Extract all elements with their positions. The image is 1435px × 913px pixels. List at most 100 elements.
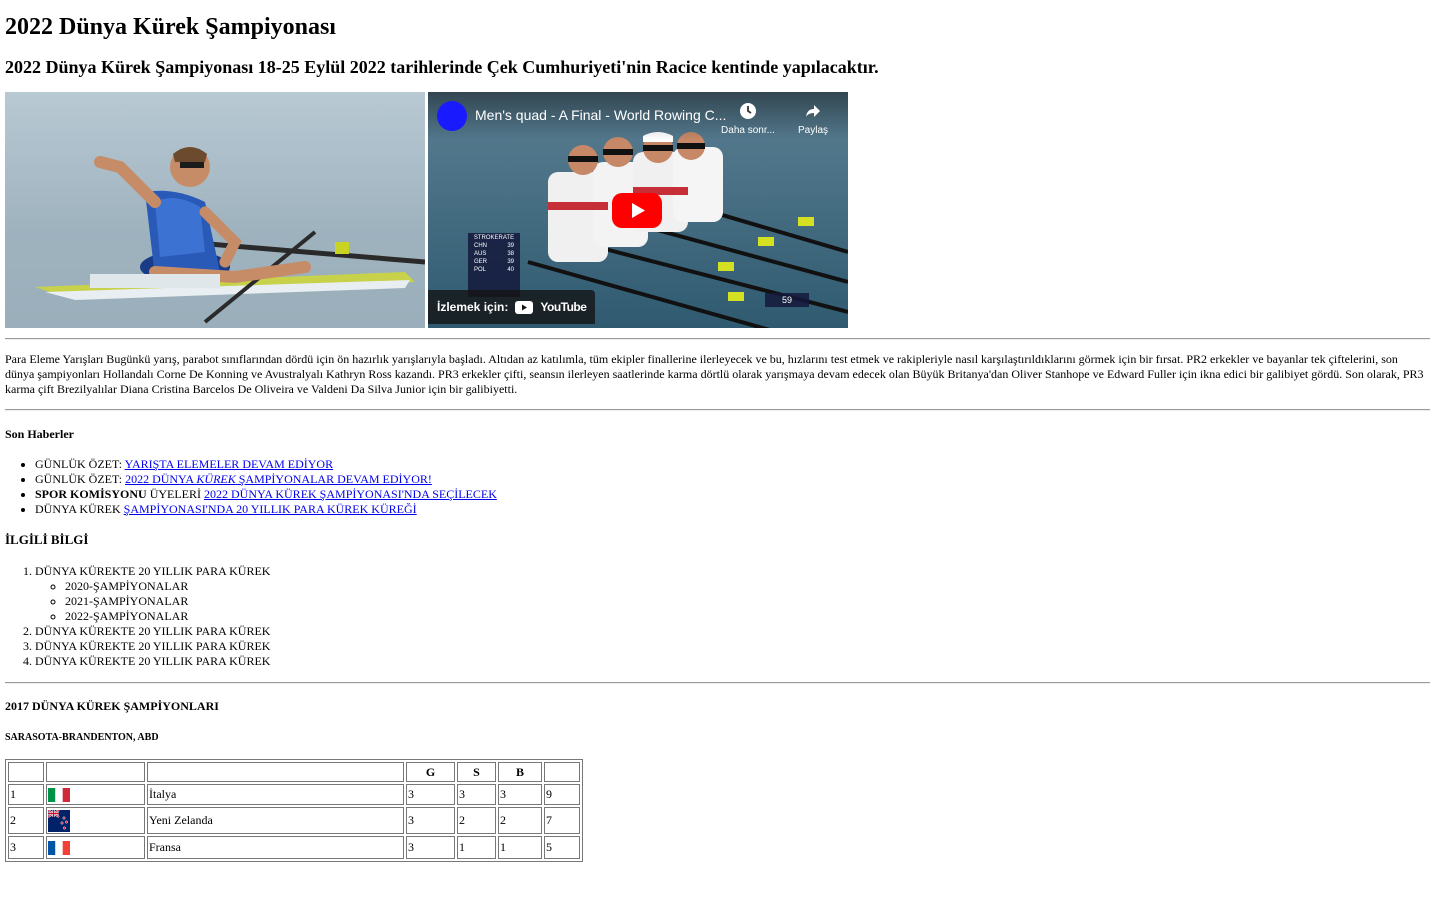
stroke-rate-country: CHN (474, 243, 487, 249)
media-row: Men's quad - A Final - World Rowing C...… (5, 92, 848, 328)
silver-cell: 3 (457, 784, 496, 805)
news-link[interactable]: 2022 DÜNYA KÜREK ŞAMPİYONASI'NDA SEÇİLEC… (204, 487, 497, 501)
news-item-prefix: GÜNLÜK ÖZET: (35, 472, 126, 486)
news-heading: Son Haberler (5, 427, 74, 441)
flag-cell (46, 784, 145, 805)
gold-cell: 3 (406, 807, 455, 834)
bronze-cell: 1 (498, 836, 542, 859)
watch-later-button[interactable]: Daha sonr... (718, 102, 778, 136)
silver-cell: 1 (457, 836, 496, 859)
column-header (544, 762, 580, 782)
column-header-bronze: B (498, 762, 542, 782)
info-item: DÜNYA KÜREKTE 20 YILLIK PARA KÜREK (35, 624, 270, 639)
info-sublist: 2020-ŞAMPİYONALAR 2021-ŞAMPİYONALAR 2022… (35, 579, 270, 624)
clock-icon (740, 103, 756, 119)
flag-cell (46, 807, 145, 834)
info-item: DÜNYA KÜREKTE 20 YILLIK PARA KÜREK 2020-… (35, 564, 270, 624)
stroke-rate-overlay: STROKERATE CHN 39 AUS 38 GER 39 POL 40 (468, 233, 520, 297)
news-item: DÜNYA KÜREK ŞAMPİYONASI'NDA 20 YILLIK PA… (35, 502, 497, 517)
gold-cell: 3 (406, 836, 455, 859)
page-title: 2022 Dünya Kürek Şampiyonası (5, 14, 336, 40)
news-link[interactable]: YARIŞTA ELEMELER DEVAM EDİYOR (125, 457, 333, 471)
table-row: 2 Yeni Zelanda 3 2 2 7 (8, 807, 580, 834)
page-subtitle: 2022 Dünya Kürek Şampiyonası 18-25 Eylül… (5, 57, 879, 77)
youtube-logo-icon (515, 300, 534, 314)
divider (5, 409, 1430, 411)
stroke-rate-header: STROKERATE (473, 235, 515, 241)
play-icon (632, 203, 645, 218)
news-item-prefix: GÜNLÜK ÖZET: (35, 457, 125, 471)
article-text: Para Eleme Yarışları Bugünkü yarış, para… (5, 352, 1424, 396)
watch-later-label: Daha sonr... (721, 125, 775, 136)
table-row: 1 İtalya 3 3 3 9 (8, 784, 580, 805)
total-cell: 5 (544, 836, 580, 859)
results-location: SARASOTA-BRANDENTON, ABD (5, 732, 159, 743)
bronze-cell: 3 (498, 784, 542, 805)
news-list: GÜNLÜK ÖZET: YARIŞTA ELEMELER DEVAM EDİY… (5, 457, 497, 517)
news-link[interactable]: ŞAMPİYONASI'NDA 20 YILLIK PARA KÜREK KÜR… (124, 502, 417, 516)
column-header (46, 762, 145, 782)
info-item-label: DÜNYA KÜREKTE 20 YILLIK PARA KÜREK (35, 564, 271, 578)
stroke-rate-country: AUS (474, 251, 487, 257)
country-cell: İtalya (147, 784, 404, 805)
rank-cell: 3 (8, 836, 44, 859)
stroke-rate-value: 38 (507, 251, 514, 257)
table-row: 3 Fransa 3 1 1 5 (8, 836, 580, 859)
news-item-bold: SPOR KOMİSYONU (35, 487, 147, 501)
medal-table: G S B 1 İtalya 3 3 3 9 2 Yeni Zelanda 3 … (5, 759, 583, 862)
column-header-silver: S (457, 762, 496, 782)
country-cell: Fransa (147, 836, 404, 859)
medal-table-header: G S B (8, 762, 580, 782)
info-subitem: 2021-ŞAMPİYONALAR (65, 594, 270, 609)
flag-france-icon (48, 841, 70, 856)
channel-avatar[interactable] (437, 101, 467, 131)
divider (5, 682, 1430, 684)
news-link-part: ŞAMPİYONALAR DEVAM EDİYOR! (235, 472, 432, 486)
rower-photo-illustration (5, 92, 425, 328)
info-item: DÜNYA KÜREKTE 20 YILLIK PARA KÜREK (35, 639, 270, 654)
news-item-prefix: DÜNYA KÜREK (35, 502, 124, 516)
country-cell: Yeni Zelanda (147, 807, 404, 834)
share-button[interactable]: Paylaş (788, 102, 838, 136)
news-link[interactable]: 2022 DÜNYA KÜREK ŞAMPİYONALAR DEVAM EDİY… (125, 472, 432, 486)
info-subitem: 2022-ŞAMPİYONALAR (65, 609, 270, 624)
stroke-rate-row: GER 39 (468, 257, 520, 265)
flag-new-zealand-icon (47, 808, 70, 832)
news-item: SPOR KOMİSYONU ÜYELERİ 2022 DÜNYA KÜREK … (35, 487, 497, 502)
bronze-cell: 2 (498, 807, 542, 834)
youtube-video-embed[interactable]: Men's quad - A Final - World Rowing C...… (428, 92, 848, 328)
news-item-prefix: ÜYELERİ (146, 487, 205, 501)
share-label: Paylaş (797, 125, 828, 136)
news-link-part: 2022 DÜNYA (125, 472, 197, 486)
rank-cell: 1 (8, 784, 44, 805)
watch-on-label: İzlemek için: (437, 300, 509, 314)
results-heading: 2017 DÜNYA KÜREK ŞAMPİYONLARI (5, 699, 219, 713)
total-cell: 9 (544, 784, 580, 805)
total-cell: 7 (544, 807, 580, 834)
info-item: DÜNYA KÜREKTE 20 YILLIK PARA KÜREK (35, 654, 270, 669)
divider (5, 338, 1430, 340)
video-title[interactable]: Men's quad - A Final - World Rowing C... (475, 107, 726, 123)
news-item: GÜNLÜK ÖZET: YARIŞTA ELEMELER DEVAM EDİY… (35, 457, 497, 472)
info-heading: İLGİLİ BİLGİ (5, 532, 89, 547)
share-arrow-icon (806, 105, 820, 117)
stroke-rate-row: POL 40 (468, 265, 520, 273)
stroke-rate-country: GER (474, 259, 488, 265)
column-header (8, 762, 44, 782)
info-subitem: 2020-ŞAMPİYONALAR (65, 579, 270, 594)
flag-italy-icon (48, 788, 70, 803)
play-button[interactable] (612, 193, 662, 228)
news-item: GÜNLÜK ÖZET: 2022 DÜNYA KÜREK ŞAMPİYONAL… (35, 472, 497, 487)
stroke-rate-country: POL (474, 267, 487, 273)
watch-on-youtube[interactable]: İzlemek için: YouTube (428, 290, 596, 324)
silver-cell: 2 (457, 807, 496, 834)
gold-cell: 3 (406, 784, 455, 805)
rank-cell: 2 (8, 807, 44, 834)
lane-number-badge: 59 (765, 293, 809, 307)
stroke-rate-row: CHN 39 (468, 241, 520, 249)
flag-cell (46, 836, 145, 859)
stroke-rate-value: 39 (507, 259, 514, 265)
stroke-rate-row: AUS 38 (468, 249, 520, 257)
stroke-rate-value: 39 (507, 243, 514, 249)
stroke-rate-value: 40 (507, 267, 514, 273)
